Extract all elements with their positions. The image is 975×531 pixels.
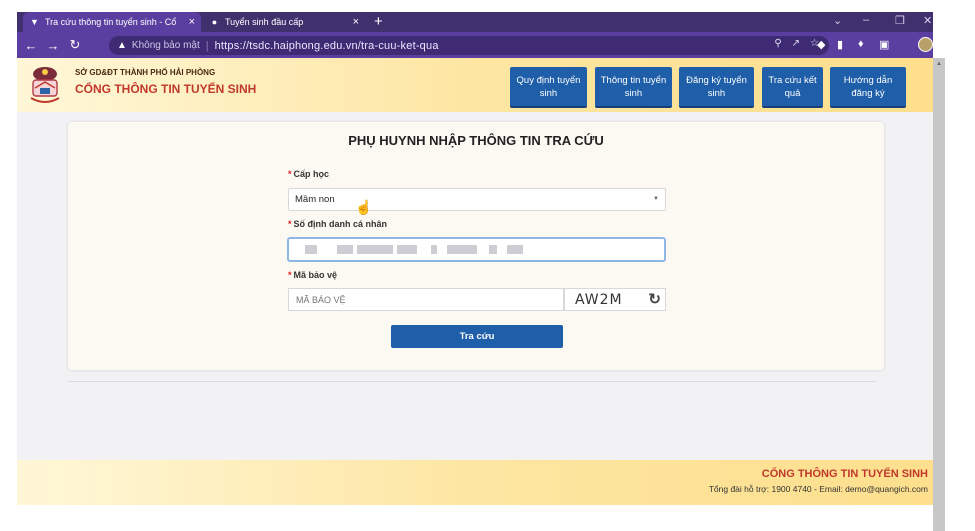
warning-icon[interactable]: ▲ — [117, 40, 127, 51]
restore-icon[interactable]: ❐ — [895, 14, 905, 27]
site-footer: CỔNG THÔNG TIN TUYỂN SINH Tổng đài hỗ tr… — [17, 460, 933, 505]
tab-tuyen-sinh[interactable]: ● Tuyển sinh đầu cấp × — [203, 12, 365, 32]
form-title: PHỤ HUYNH NHẬP THÔNG TIN TRA CỨU — [348, 133, 604, 148]
required-marker: * — [288, 219, 292, 229]
captcha-input[interactable] — [288, 288, 564, 311]
forward-icon[interactable]: → — [45, 38, 61, 53]
close-tab-icon[interactable]: × — [353, 16, 359, 28]
zoom-icon[interactable]: ⚲ — [774, 38, 781, 49]
shield-extension-icon[interactable]: ◆ — [817, 38, 825, 51]
close-tab-icon[interactable]: × — [189, 16, 195, 28]
signal-extension-icon[interactable]: ▮ — [837, 38, 843, 51]
nav-quy-dinh-tuyen-sinh[interactable]: Quy định tuyển sinh — [510, 67, 587, 108]
redacted-value — [447, 245, 477, 254]
back-icon[interactable]: ← — [23, 38, 39, 53]
minimize-icon[interactable]: – — [863, 14, 869, 26]
new-tab-button[interactable]: + — [374, 13, 383, 30]
reload-icon[interactable]: ↻ — [67, 37, 83, 53]
scroll-up-icon[interactable]: ▲ — [936, 61, 942, 67]
side-panel-icon[interactable]: ▣ — [879, 38, 889, 51]
redacted-value — [357, 245, 393, 254]
lookup-submit-button[interactable]: Tra cứu — [391, 325, 563, 348]
browser-tab-strip: ▼ Tra cứu thông tin tuyển sinh - Cổ × ● … — [17, 12, 933, 32]
redacted-value — [305, 245, 317, 254]
level-select-value: Mầm non — [295, 194, 335, 205]
tab-title: Tra cứu thông tin tuyển sinh - Cổ — [45, 17, 177, 27]
captcha-image: AW2M ↻ — [564, 288, 666, 311]
close-window-icon[interactable]: ✕ — [923, 14, 932, 27]
nav-thong-tin-tuyen-sinh[interactable]: Thông tin tuyển sinh — [595, 67, 672, 108]
redacted-value — [397, 245, 417, 254]
menu-kebab-icon[interactable]: ⋮ — [939, 38, 950, 51]
puzzle-extension-icon[interactable]: ♦ — [858, 38, 864, 50]
site-header: SỞ GD&ĐT THÀNH PHỐ HẢI PHÒNG CỔNG THÔNG … — [17, 58, 933, 112]
id-label: * Số định danh cá nhân — [288, 219, 388, 229]
lookup-form-card: PHỤ HUYNH NHẬP THÔNG TIN TRA CỨU * Cấp họ… — [68, 122, 884, 370]
vertical-scrollbar[interactable]: ▲ — [933, 58, 945, 531]
hand-cursor-icon: ☝ — [355, 199, 373, 215]
globe-icon: ● — [211, 17, 218, 27]
education-logo[interactable] — [25, 64, 65, 108]
tab-title: Tuyển sinh đầu cấp — [225, 17, 304, 27]
level-label: * Cấp học — [288, 169, 330, 179]
footer-title: CỔNG THÔNG TIN TUYỂN SINH — [761, 468, 928, 480]
hat-icon: ▼ — [30, 17, 39, 27]
footer-support: Tổng đài hỗ trợ: 1900 4740 - Email: demo… — [708, 484, 928, 494]
tab-tra-cuu[interactable]: ▼ Tra cứu thông tin tuyển sinh - Cổ × — [23, 12, 201, 32]
address-toolbar: ← → ↻ ▲ Không bảo mật | https://tsdc.hai… — [17, 32, 950, 58]
personal-id-input[interactable] — [287, 237, 666, 262]
chevron-down-icon: ▼ — [653, 196, 659, 202]
captcha-label: * Mã bảo vệ — [288, 270, 338, 280]
redacted-value — [507, 245, 523, 254]
share-icon[interactable]: ↗ — [792, 38, 800, 49]
org-line: SỞ GD&ĐT THÀNH PHỐ HẢI PHÒNG — [75, 68, 216, 77]
redacted-value — [431, 245, 437, 254]
portal-title[interactable]: CỔNG THÔNG TIN TUYỂN SINH — [75, 82, 256, 96]
required-marker: * — [288, 270, 292, 280]
required-marker: * — [288, 169, 292, 179]
captcha-code: AW2M — [575, 291, 623, 308]
nav-dang-ky-tuyen-sinh[interactable]: Đăng ký tuyển sinh — [679, 67, 754, 108]
redacted-value — [489, 245, 497, 254]
url-text[interactable]: https://tsdc.haiphong.edu.vn/tra-cuu-ket… — [215, 40, 439, 52]
separator: | — [205, 39, 209, 52]
screen: ▼ Tra cứu thông tin tuyển sinh - Cổ × ● … — [0, 0, 975, 531]
security-label: Không bảo mật — [131, 40, 200, 51]
profile-avatar[interactable] — [918, 37, 933, 52]
level-select[interactable]: Mầm non ▼ — [288, 188, 666, 211]
chevron-down-icon[interactable]: ⌄ — [833, 14, 842, 27]
url-bar[interactable]: ▲ Không bảo mật | https://tsdc.haiphong.… — [109, 36, 829, 55]
nav-tra-cuu-ket-qua[interactable]: Tra cứu kết quả — [762, 67, 823, 108]
redacted-value — [337, 245, 353, 254]
content-divider — [68, 381, 876, 382]
nav-huong-dan-dang-ky[interactable]: Hướng dẫn đăng ký — [830, 67, 906, 108]
refresh-captcha-icon[interactable]: ↻ — [648, 290, 661, 308]
page-content: SỞ GD&ĐT THÀNH PHỐ HẢI PHÒNG CỔNG THÔNG … — [17, 58, 933, 505]
